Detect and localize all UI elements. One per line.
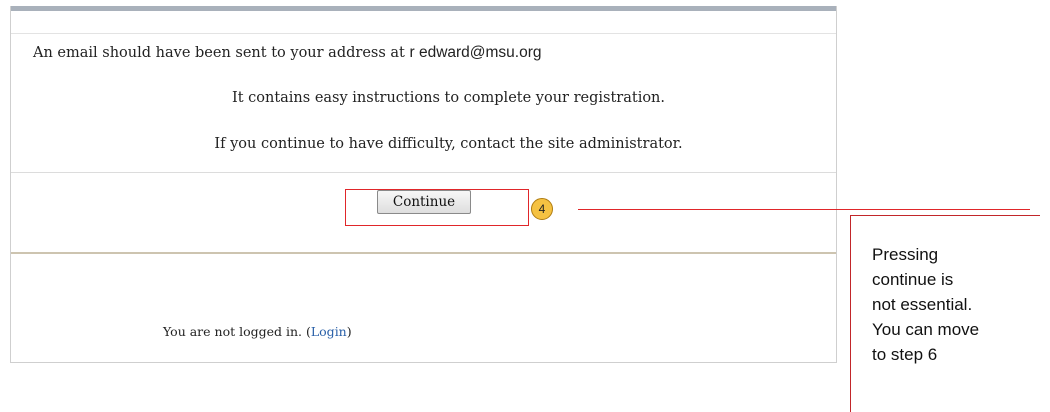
instructions-message: It contains easy instructions to complet… <box>231 90 666 106</box>
callout-note-line: You can move <box>872 320 980 339</box>
callout-note-line: Pressing <box>872 245 939 264</box>
callout-connector-line <box>578 209 1030 210</box>
callout-note-line: not essential. <box>872 295 973 314</box>
login-link[interactable]: Login <box>311 324 347 339</box>
step-badge: 4 <box>531 198 553 220</box>
email-address: r edward@msu.org <box>409 44 542 61</box>
divider <box>11 172 836 173</box>
callout-note-line: continue is <box>872 270 954 289</box>
difficulty-message: If you continue to have difficulty, cont… <box>214 136 683 152</box>
email-sent-prefix: An email should have been sent to your a… <box>33 45 410 61</box>
footer-divider <box>11 252 836 254</box>
registration-panel: An email should have been sent to your a… <box>10 6 837 363</box>
login-status: You are not logged in. (Login) <box>163 324 352 339</box>
login-status-suffix: ) <box>346 324 352 339</box>
email-sent-message: An email should have been sent to your a… <box>33 44 542 62</box>
continue-highlight-box <box>345 189 529 226</box>
callout-note-line: to step 6 <box>872 345 938 364</box>
top-bar <box>11 6 836 11</box>
header-divider <box>11 33 836 34</box>
login-status-text: You are not logged in. ( <box>163 324 311 339</box>
callout-note: Pressing continue is not essential. You … <box>872 242 1042 367</box>
